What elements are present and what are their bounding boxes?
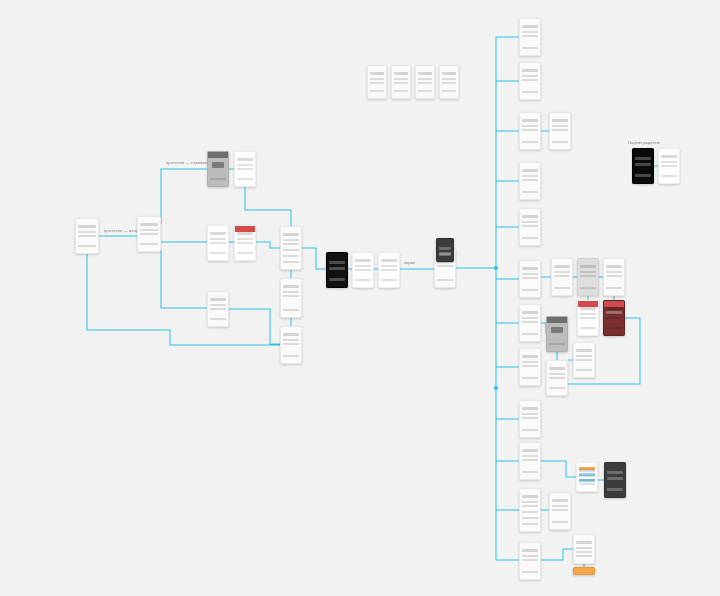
screen-s9[interactable] bbox=[280, 278, 302, 318]
screen-c9[interactable] bbox=[546, 316, 568, 352]
screen-s8[interactable] bbox=[280, 226, 302, 270]
screen-c9c[interactable] bbox=[573, 342, 595, 378]
screen-c10[interactable] bbox=[519, 304, 541, 342]
flow-node-dot bbox=[494, 386, 498, 390]
screen-c9b[interactable] bbox=[546, 360, 568, 396]
flow-connectors bbox=[0, 0, 720, 596]
screen-c8a[interactable] bbox=[577, 300, 599, 336]
screen-s4[interactable] bbox=[234, 151, 256, 187]
screen-c13[interactable] bbox=[519, 442, 541, 480]
screen-c1[interactable] bbox=[519, 18, 541, 56]
screen-c8b[interactable] bbox=[603, 300, 625, 336]
screen-c7c[interactable] bbox=[577, 258, 599, 296]
screen-e1[interactable] bbox=[576, 462, 598, 492]
screen-s12[interactable] bbox=[352, 252, 374, 288]
edge-label: Подтверждение bbox=[628, 140, 660, 145]
screen-c2[interactable] bbox=[519, 62, 541, 100]
screen-f1[interactable] bbox=[573, 534, 595, 564]
edge-label: прототип — главная bbox=[166, 160, 207, 165]
screen-s7[interactable] bbox=[207, 291, 229, 327]
screen-c3[interactable] bbox=[519, 112, 541, 150]
screen-s16[interactable] bbox=[391, 65, 411, 99]
screen-s17[interactable] bbox=[415, 65, 435, 99]
screen-f2[interactable] bbox=[573, 567, 595, 575]
screen-s10[interactable] bbox=[280, 326, 302, 364]
screen-c14b[interactable] bbox=[549, 492, 571, 530]
screen-s13[interactable] bbox=[378, 252, 400, 288]
screen-e2[interactable] bbox=[604, 462, 626, 498]
flow-node-dot bbox=[494, 266, 498, 270]
screen-c14[interactable] bbox=[519, 488, 541, 532]
screen-c6[interactable] bbox=[519, 208, 541, 246]
screen-c7d[interactable] bbox=[603, 258, 625, 296]
screen-c7[interactable] bbox=[519, 260, 541, 298]
screen-s2[interactable] bbox=[137, 216, 161, 252]
screen-s3[interactable] bbox=[207, 151, 229, 187]
screen-d2[interactable] bbox=[658, 148, 680, 184]
edge-label: экран bbox=[404, 260, 415, 265]
screen-s15[interactable] bbox=[367, 65, 387, 99]
screen-c11[interactable] bbox=[519, 348, 541, 386]
screen-s5[interactable] bbox=[207, 225, 229, 261]
screen-s1[interactable] bbox=[75, 218, 99, 254]
screen-c12[interactable] bbox=[519, 400, 541, 438]
screen-d1[interactable] bbox=[632, 148, 654, 184]
screen-s14b[interactable] bbox=[436, 238, 454, 262]
screen-s6[interactable] bbox=[234, 225, 256, 261]
screen-c15[interactable] bbox=[519, 542, 541, 580]
screen-s18[interactable] bbox=[439, 65, 459, 99]
screen-c4[interactable] bbox=[549, 112, 571, 150]
screen-s11[interactable] bbox=[326, 252, 348, 288]
edge-label: прототип — вход bbox=[104, 228, 138, 233]
screen-c5[interactable] bbox=[519, 162, 541, 200]
screen-c7b[interactable] bbox=[551, 258, 573, 296]
